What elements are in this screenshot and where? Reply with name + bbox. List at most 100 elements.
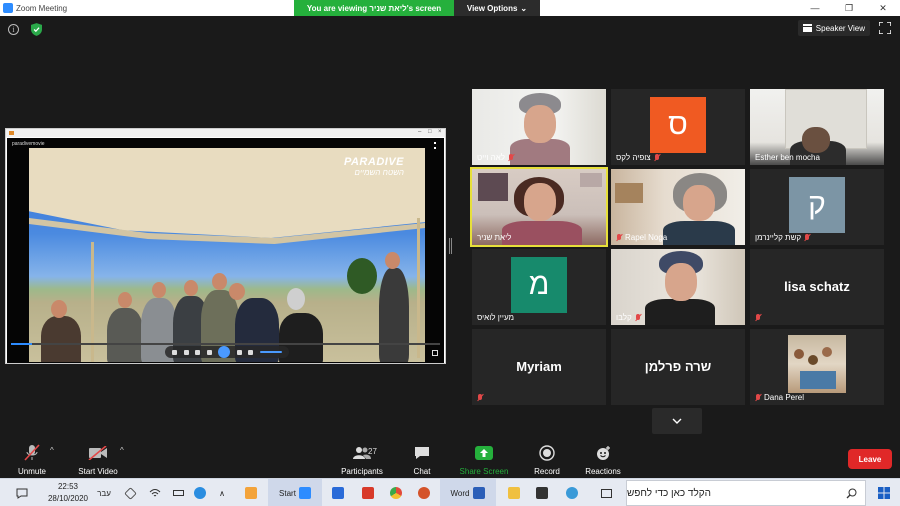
participant-tile[interactable]: לאה וייט [472, 89, 606, 165]
battery-icon[interactable] [168, 479, 188, 506]
tray-expand-icon[interactable]: ∧ [212, 479, 232, 506]
participant-tile[interactable]: Rapel Noga [611, 169, 745, 245]
participant-tile[interactable]: Dana Perel [750, 329, 884, 405]
person-shape [379, 268, 409, 362]
mail-icon[interactable] [326, 479, 350, 506]
chat-label: Chat [413, 467, 431, 476]
chat-button[interactable]: Chat [390, 442, 454, 476]
close-icon: × [438, 129, 442, 135]
file-explorer-icon[interactable] [502, 479, 526, 506]
person-head [229, 283, 245, 300]
mic-muted-icon [616, 233, 622, 242]
shared-screen[interactable]: – □ × paradivemovie PARADIVE השטח השמיים [5, 128, 446, 364]
speaker-view-button[interactable]: Speaker View [797, 20, 870, 36]
participant-tile[interactable]: קלבו [611, 249, 745, 325]
canopy-pole [417, 218, 420, 358]
stop-icon[interactable] [195, 349, 201, 355]
zoom-taskbar-label: Start [279, 488, 296, 498]
close-button[interactable]: ✕ [866, 0, 900, 16]
taskbar-search-input[interactable]: הקלד כאן כדי לחפש [626, 480, 866, 506]
video-progress-bar[interactable] [11, 343, 440, 345]
participant-tile[interactable]: ק קשת קליינרמן [750, 169, 884, 245]
chrome-icon[interactable] [384, 479, 408, 506]
reactions-label: Reactions [585, 467, 621, 476]
participant-name: צופיה לקס [616, 153, 660, 162]
zoom-taskbar-button[interactable]: Start [268, 479, 322, 506]
reactions-button[interactable]: Reactions [571, 442, 635, 476]
participant-tile[interactable]: שרה פרלמן [611, 329, 745, 405]
word-taskbar-button[interactable]: Word [440, 479, 496, 506]
more-options-icon[interactable] [434, 142, 439, 149]
encryption-shield-icon[interactable] [31, 23, 42, 36]
participant-tile[interactable]: ס צופיה לקס [611, 89, 745, 165]
record-button[interactable]: Record [515, 442, 579, 476]
expand-icon[interactable] [432, 350, 438, 356]
gift-app-icon[interactable] [356, 479, 380, 506]
minimize-icon: – [418, 129, 422, 135]
replay-icon[interactable] [183, 349, 189, 355]
chat-icon [415, 447, 429, 459]
mic-muted-icon [755, 314, 761, 322]
participant-tile[interactable]: Esther ben mocha [750, 89, 884, 165]
view-options-label: View Options [466, 3, 518, 13]
notifications-icon[interactable] [10, 479, 34, 506]
edge-icon[interactable] [560, 479, 584, 506]
edge-tray-icon[interactable] [190, 479, 210, 506]
video-title: paradivemovie [12, 141, 45, 147]
clock-time: 22:53 [57, 482, 79, 491]
powerpoint-icon[interactable] [412, 479, 436, 506]
leave-button[interactable]: Leave [848, 449, 892, 469]
minimize-button[interactable]: — [798, 0, 832, 16]
search-icon [846, 488, 857, 499]
participant-tile[interactable]: lisa schatz [750, 249, 884, 325]
view-options-button[interactable]: View Options ⌄ [454, 0, 540, 16]
clock-date: 28/10/2020 [47, 494, 89, 503]
next-icon[interactable] [236, 349, 242, 355]
chevron-down-icon: ⌄ [520, 3, 528, 13]
volume-icon[interactable] [248, 349, 254, 355]
brand-subtitle: השטח השמיים [354, 168, 404, 177]
pen-icon[interactable] [120, 479, 140, 506]
play-button[interactable] [218, 346, 231, 358]
media-app-icon[interactable] [240, 479, 262, 506]
volume-slider[interactable] [259, 351, 282, 353]
unmute-button[interactable]: Unmute [0, 442, 64, 476]
maximize-button[interactable]: ❐ [832, 0, 866, 16]
participant-avatar: ק [789, 177, 845, 233]
video-player[interactable]: paradivemovie PARADIVE השטח השמיים [7, 138, 444, 363]
participant-name-display: שרה פרלמן [644, 359, 712, 374]
progress-fill [11, 343, 33, 345]
windows-start-icon[interactable] [872, 479, 896, 506]
participant-name: Rapel Noga [616, 233, 667, 242]
person-shape [41, 316, 81, 362]
task-view-icon[interactable] [594, 479, 618, 506]
mic-muted-icon [508, 153, 514, 162]
mic-muted-icon [804, 233, 810, 242]
person-shape [107, 308, 143, 362]
app-icon [9, 131, 14, 135]
info-icon[interactable]: i [8, 24, 19, 35]
record-icon [539, 445, 555, 461]
language-indicator[interactable]: עבר [94, 479, 114, 506]
rewind-icon[interactable] [172, 349, 178, 355]
person-head [118, 292, 132, 308]
audio-options-caret[interactable]: ^ [50, 446, 54, 455]
system-clock[interactable]: 22:53 28/10/2020 [40, 481, 96, 505]
unmute-label: Unmute [17, 467, 46, 476]
participant-tile[interactable]: Myriam [472, 329, 606, 405]
record-label: Record [534, 467, 560, 476]
video-options-caret[interactable]: ^ [120, 446, 124, 455]
wifi-icon[interactable] [145, 479, 165, 506]
share-screen-button[interactable]: Share Screen [452, 442, 516, 476]
participant-tile-active-speaker[interactable]: ליאת שניר [470, 167, 608, 247]
participants-label: Participants [341, 467, 383, 476]
fullscreen-icon[interactable] [879, 22, 891, 34]
resize-splitter[interactable] [449, 238, 452, 254]
previous-icon[interactable] [206, 349, 212, 355]
participants-button[interactable]: 27 Participants [330, 442, 394, 476]
start-video-label: Start Video [78, 467, 118, 476]
next-page-button[interactable] [652, 408, 702, 434]
reactions-icon [597, 446, 610, 460]
store-icon[interactable] [530, 479, 554, 506]
participant-tile[interactable]: מ מעיין לואיס [472, 249, 606, 325]
